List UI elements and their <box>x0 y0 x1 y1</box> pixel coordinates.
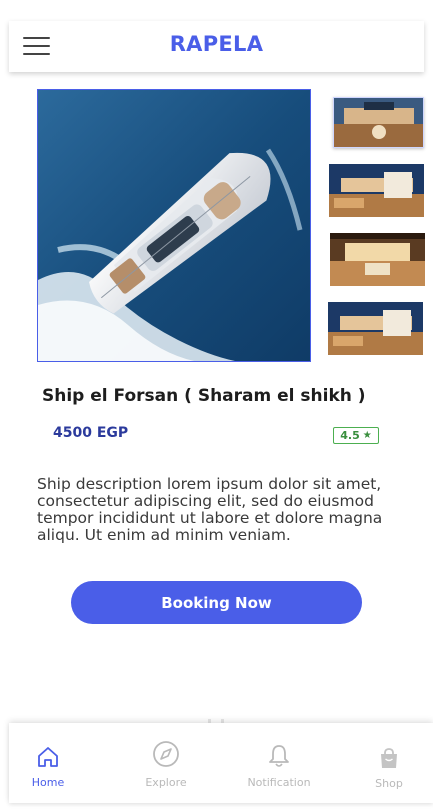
rating-badge: 4.5 ★ <box>333 427 379 444</box>
app-header: RAPELA <box>9 21 424 72</box>
product-description: Ship description lorem ipsum dolor sit a… <box>37 475 383 544</box>
yacht-interior-thumb-2[interactable] <box>329 164 424 217</box>
bottom-tab-bar: Home Explore Notification Shop <box>9 723 433 803</box>
product-price: 4500 EGP <box>53 425 129 441</box>
bell-icon <box>268 744 290 772</box>
tab-home-label: Home <box>31 776 65 789</box>
booking-now-button[interactable]: Booking Now <box>71 581 362 624</box>
shopping-bag-icon <box>378 747 400 773</box>
product-title: Ship el Forsan ( Sharam el shikh ) <box>42 386 366 406</box>
tab-explore-label: Explore <box>145 776 187 789</box>
yacht-interior-thumb-4[interactable] <box>328 302 423 355</box>
yacht-interior-thumb-3[interactable] <box>330 233 425 286</box>
brand-title: RAPELA <box>169 32 264 56</box>
tab-notification-label: Notification <box>247 776 311 789</box>
tab-explore[interactable]: Explore <box>139 723 193 803</box>
star-icon: ★ <box>362 430 372 441</box>
yacht-interior-thumb-1[interactable] <box>333 97 424 148</box>
tab-home[interactable]: Home <box>23 723 73 803</box>
tab-notification[interactable]: Notification <box>241 723 317 803</box>
rating-value: 4.5 <box>340 429 360 442</box>
compass-icon <box>152 740 180 772</box>
yacht-main-photo[interactable] <box>37 89 311 362</box>
home-icon <box>36 746 60 772</box>
tab-shop[interactable]: Shop <box>371 723 407 803</box>
tab-shop-label: Shop <box>375 777 403 790</box>
